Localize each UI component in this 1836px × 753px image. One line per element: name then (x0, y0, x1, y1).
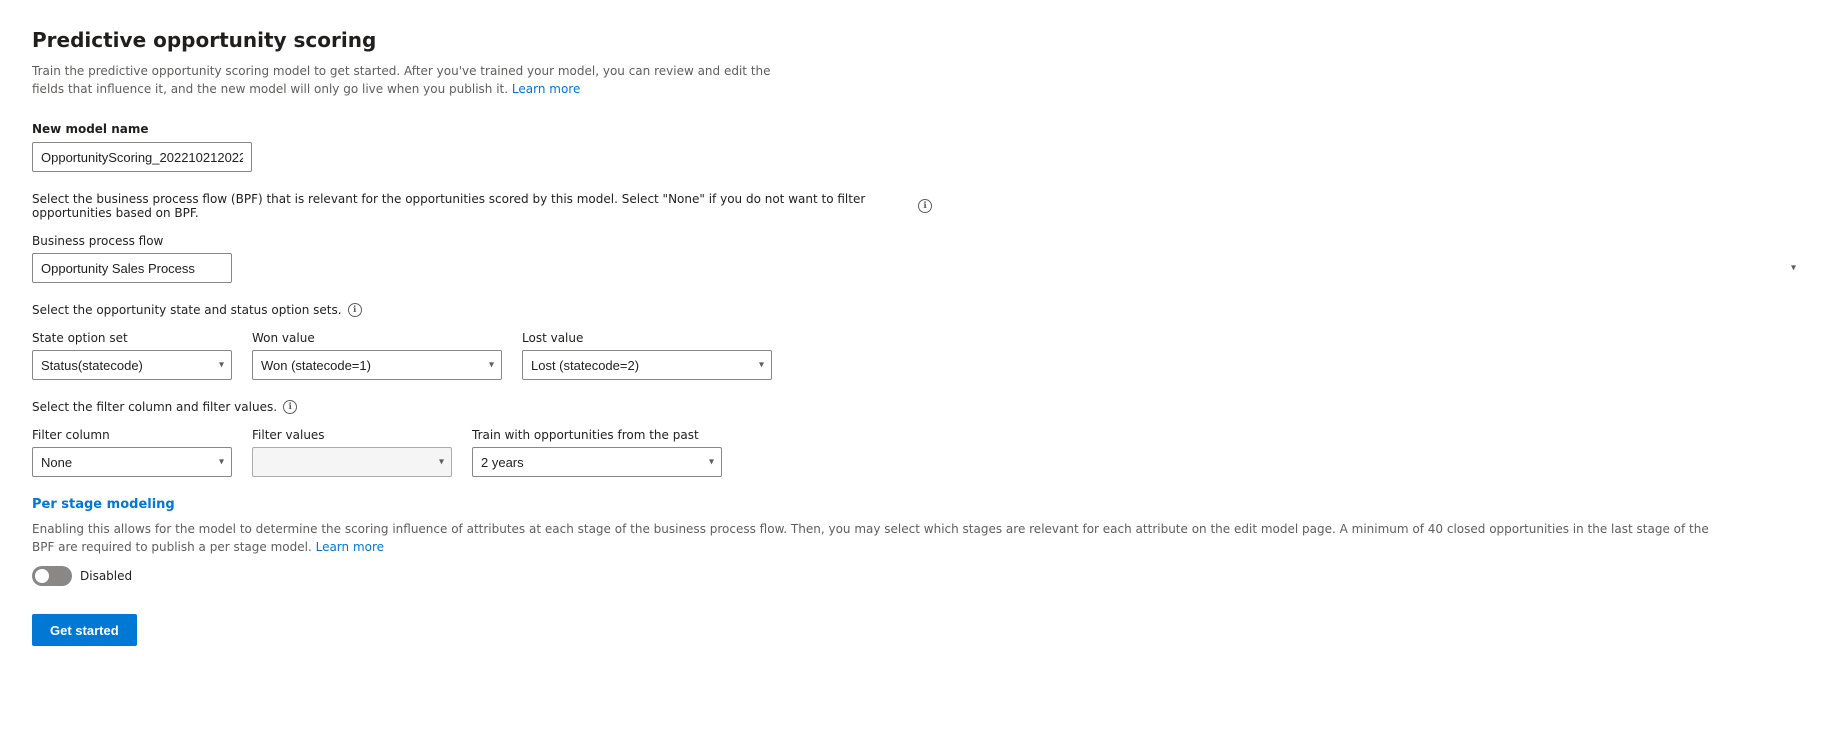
page-title: Predictive opportunity scoring (32, 28, 1804, 52)
state-select[interactable]: Status(statecode) (32, 350, 232, 380)
bpf-instruction-text: Select the business process flow (BPF) t… (32, 192, 912, 220)
model-name-input[interactable] (32, 142, 252, 172)
lost-dropdown-wrapper: Lost (statecode=2) ▾ (522, 350, 772, 380)
page-container: Predictive opportunity scoring Train the… (0, 0, 1836, 678)
model-name-label: New model name (32, 122, 1804, 136)
lost-select[interactable]: Lost (statecode=2) (522, 350, 772, 380)
bpf-field-group: Business process flow Opportunity Sales … (32, 234, 1804, 283)
train-select[interactable]: 1 year 2 years 3 years 4 years 5 years (472, 447, 722, 477)
filter-column-group: Filter column None ▾ (32, 428, 232, 477)
filter-column-label: Filter column (32, 428, 232, 442)
filter-val-dropdown-wrapper: ▾ (252, 447, 452, 477)
filter-column-select[interactable]: None (32, 447, 232, 477)
per-stage-learn-more-link[interactable]: Learn more (316, 540, 384, 554)
filter-row-group: Filter column None ▾ Filter values ▾ Tra… (32, 428, 1804, 477)
bpf-dropdown-wrapper: Opportunity Sales Process ▾ (32, 253, 1804, 283)
won-select[interactable]: Won (statecode=1) (252, 350, 502, 380)
filter-values-select[interactable] (252, 447, 452, 477)
filter-section-label: Select the filter column and filter valu… (32, 400, 1804, 414)
per-stage-toggle[interactable] (32, 566, 72, 586)
lost-value-group: Lost value Lost (statecode=2) ▾ (522, 331, 772, 380)
per-stage-description: Enabling this allows for the model to de… (32, 520, 1732, 556)
bpf-info-icon[interactable]: ℹ (918, 199, 932, 213)
train-dropdown-wrapper: 1 year 2 years 3 years 4 years 5 years ▾ (472, 447, 722, 477)
won-value-group: Won value Won (statecode=1) ▾ (252, 331, 502, 380)
state-row-group: State option set Status(statecode) ▾ Won… (32, 331, 1804, 380)
toggle-label: Disabled (80, 569, 132, 583)
bpf-instruction: Select the business process flow (BPF) t… (32, 192, 932, 220)
description-text: Train the predictive opportunity scoring… (32, 62, 792, 98)
model-name-section: New model name (32, 122, 1804, 172)
per-stage-title: Per stage modeling (32, 497, 1804, 512)
bpf-label: Business process flow (32, 234, 1804, 248)
bpf-chevron-icon: ▾ (1791, 263, 1796, 274)
toggle-row: Disabled (32, 566, 1804, 586)
lost-value-label: Lost value (522, 331, 772, 345)
train-past-group: Train with opportunities from the past 1… (472, 428, 722, 477)
per-stage-desc-text: Enabling this allows for the model to de… (32, 522, 1709, 554)
toggle-track (32, 566, 72, 586)
state-section-text: Select the opportunity state and status … (32, 303, 342, 317)
filter-values-group: Filter values ▾ (252, 428, 452, 477)
state-dropdown-wrapper: Status(statecode) ▾ (32, 350, 232, 380)
learn-more-link[interactable]: Learn more (512, 82, 580, 96)
won-dropdown-wrapper: Won (statecode=1) ▾ (252, 350, 502, 380)
filter-col-dropdown-wrapper: None ▾ (32, 447, 232, 477)
filter-values-label: Filter values (252, 428, 452, 442)
description-content: Train the predictive opportunity scoring… (32, 64, 771, 96)
state-info-icon[interactable]: ℹ (348, 303, 362, 317)
bpf-select[interactable]: Opportunity Sales Process (32, 253, 232, 283)
state-section-label: Select the opportunity state and status … (32, 303, 1804, 317)
train-past-label: Train with opportunities from the past (472, 428, 722, 442)
won-value-label: Won value (252, 331, 502, 345)
state-option-set-group: State option set Status(statecode) ▾ (32, 331, 232, 380)
per-stage-section: Per stage modeling Enabling this allows … (32, 497, 1804, 586)
get-started-button[interactable]: Get started (32, 614, 137, 646)
state-option-set-label: State option set (32, 331, 232, 345)
filter-info-icon[interactable]: ℹ (283, 400, 297, 414)
filter-section-text: Select the filter column and filter valu… (32, 400, 277, 414)
